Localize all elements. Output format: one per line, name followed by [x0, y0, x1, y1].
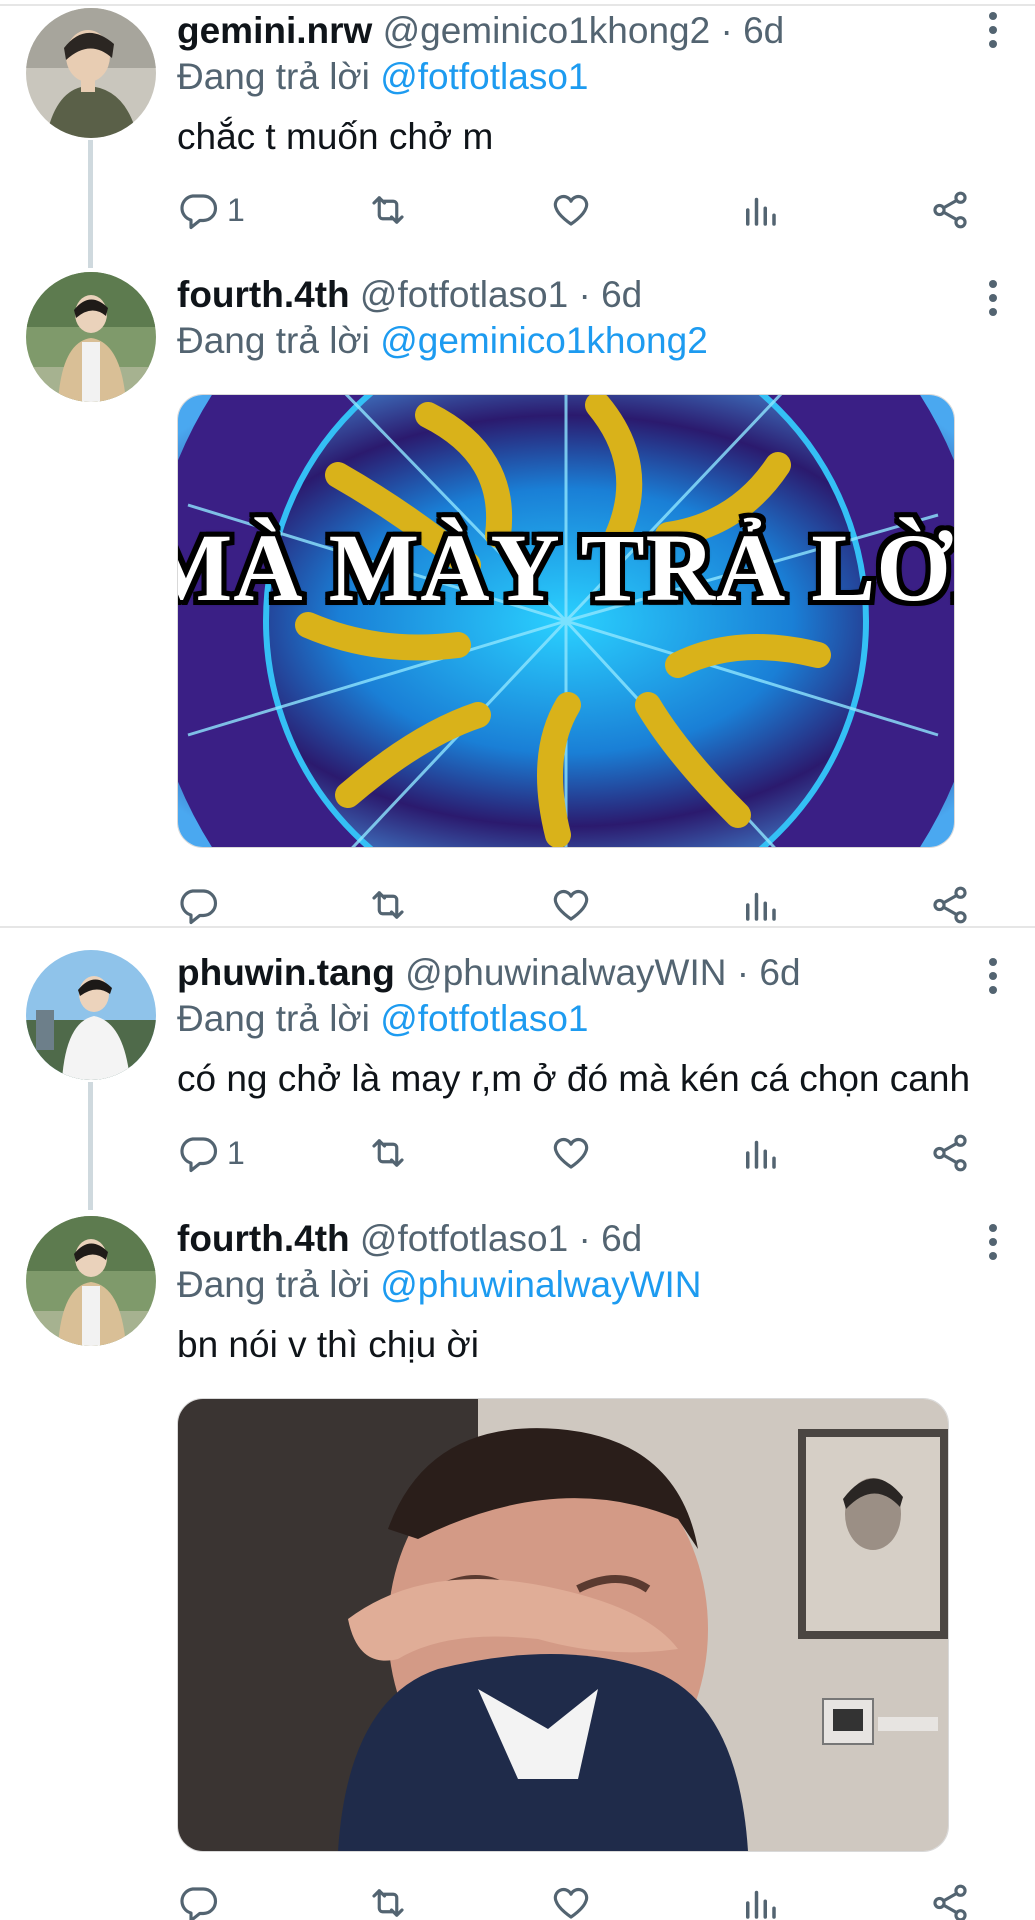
share-button[interactable]	[929, 1128, 971, 1178]
reply-prefix: Đang trả lời	[177, 1264, 370, 1305]
avatar[interactable]	[26, 8, 156, 138]
reply-mention-link[interactable]: @phuwinalwayWIN	[380, 1264, 701, 1305]
reply-button[interactable]	[177, 880, 219, 930]
avatar-image	[26, 1216, 156, 1346]
thread-connector	[88, 140, 93, 268]
more-icon[interactable]	[981, 1220, 1005, 1264]
user-handle[interactable]: @fotfotlaso1	[360, 274, 568, 315]
retweet-button[interactable]	[367, 880, 409, 930]
retweet-icon	[372, 891, 404, 919]
share-icon	[933, 1884, 967, 1920]
reply-prefix: Đang trả lời	[177, 56, 370, 97]
display-name[interactable]: phuwin.tang	[177, 952, 395, 993]
share-icon	[933, 1134, 967, 1172]
tweet-actions: 1	[177, 1128, 987, 1178]
like-icon	[553, 194, 589, 226]
analytics-icon	[746, 892, 776, 921]
reply-icon	[180, 1137, 218, 1173]
like-button[interactable]	[550, 185, 592, 235]
share-button[interactable]	[929, 880, 971, 930]
analytics-button[interactable]	[739, 880, 781, 930]
display-name[interactable]: fourth.4th	[177, 1218, 350, 1259]
media-caption: MÀ MÀY TRẢ LỜI	[178, 514, 954, 621]
like-icon	[553, 889, 589, 921]
retweet-icon	[372, 196, 404, 224]
like-button[interactable]	[550, 1878, 592, 1920]
reply-icon	[180, 889, 218, 925]
analytics-icon	[746, 1140, 776, 1169]
retweet-button[interactable]	[367, 1878, 409, 1920]
tweet-actions	[177, 880, 987, 930]
thread-connector	[88, 1082, 93, 1210]
user-handle[interactable]: @geminico1khong2	[383, 10, 711, 51]
more-icon[interactable]	[981, 8, 1005, 52]
timestamp[interactable]: · 6d	[578, 1218, 642, 1259]
quiz-show-logo-image: MÀ MÀY TRẢ LỜI	[178, 395, 954, 847]
tweet-media-image[interactable]	[177, 1398, 949, 1852]
analytics-button[interactable]	[739, 1878, 781, 1920]
tweet-header: phuwin.tang @phuwinalwayWIN · 6d	[177, 950, 997, 996]
reply-mention-link[interactable]: @geminico1khong2	[380, 320, 708, 361]
tweet-text: có ng chở là may r,m ở đó mà kén cá chọn…	[177, 1058, 971, 1099]
avatar-image	[26, 272, 156, 402]
reply-button[interactable]	[177, 1878, 219, 1920]
meme-photo-image	[178, 1399, 948, 1851]
reply-mention-link[interactable]: @fotfotlaso1	[380, 56, 588, 97]
retweet-icon	[372, 1889, 404, 1917]
tweet-actions	[177, 1878, 987, 1920]
reply-count: 1	[227, 191, 245, 228]
like-button[interactable]	[550, 1128, 592, 1178]
reply-button[interactable]: 1	[177, 185, 245, 235]
user-handle[interactable]: @fotfotlaso1	[360, 1218, 568, 1259]
retweet-icon	[372, 1139, 404, 1167]
reply-context: Đang trả lời @fotfotlaso1	[177, 54, 997, 100]
like-icon	[553, 1137, 589, 1169]
tweet-actions: 1	[177, 185, 987, 235]
tweet-text: chắc t muốn chở m	[177, 116, 494, 157]
tweet-media-image[interactable]: MÀ MÀY TRẢ LỜI	[177, 394, 955, 848]
like-button[interactable]	[550, 880, 592, 930]
retweet-button[interactable]	[367, 185, 409, 235]
analytics-button[interactable]	[739, 185, 781, 235]
reply-context: Đang trả lời @phuwinalwayWIN	[177, 1262, 997, 1308]
reply-context: Đang trả lời @geminico1khong2	[177, 318, 997, 364]
share-icon	[933, 191, 967, 229]
avatar-image	[26, 8, 156, 138]
analytics-button[interactable]	[739, 1128, 781, 1178]
tweet-header: fourth.4th @fotfotlaso1 · 6d	[177, 1216, 997, 1262]
share-button[interactable]	[929, 1878, 971, 1920]
timeline: gemini.nrw @geminico1khong2 · 6d Đang tr…	[0, 0, 1035, 1920]
tweet-text: bn nói v thì chịu ời	[177, 1324, 479, 1365]
analytics-icon	[746, 197, 776, 226]
reply-icon	[180, 1887, 218, 1920]
avatar[interactable]	[26, 950, 156, 1080]
share-icon	[933, 886, 967, 924]
display-name[interactable]: fourth.4th	[177, 274, 350, 315]
timestamp[interactable]: · 6d	[720, 10, 784, 51]
reply-context: Đang trả lời @fotfotlaso1	[177, 996, 997, 1042]
retweet-button[interactable]	[367, 1128, 409, 1178]
more-icon[interactable]	[981, 276, 1005, 320]
timestamp[interactable]: · 6d	[578, 274, 642, 315]
reply-button[interactable]: 1	[177, 1128, 245, 1178]
reply-icon	[180, 194, 218, 230]
analytics-icon	[746, 1890, 776, 1919]
tweet-header: gemini.nrw @geminico1khong2 · 6d	[177, 8, 997, 54]
reply-prefix: Đang trả lời	[177, 320, 370, 361]
avatar[interactable]	[26, 1216, 156, 1346]
more-icon[interactable]	[981, 954, 1005, 998]
avatar-image	[26, 950, 156, 1080]
top-divider	[0, 4, 1035, 6]
display-name[interactable]: gemini.nrw	[177, 10, 372, 51]
like-icon	[553, 1887, 589, 1919]
reply-mention-link[interactable]: @fotfotlaso1	[380, 998, 588, 1039]
tweet-divider	[0, 926, 1035, 928]
share-button[interactable]	[929, 185, 971, 235]
reply-count: 1	[227, 1134, 245, 1171]
reply-prefix: Đang trả lời	[177, 998, 370, 1039]
user-handle[interactable]: @phuwinalwayWIN	[405, 952, 726, 993]
timestamp[interactable]: · 6d	[737, 952, 801, 993]
tweet-header: fourth.4th @fotfotlaso1 · 6d	[177, 272, 997, 318]
avatar[interactable]	[26, 272, 156, 402]
